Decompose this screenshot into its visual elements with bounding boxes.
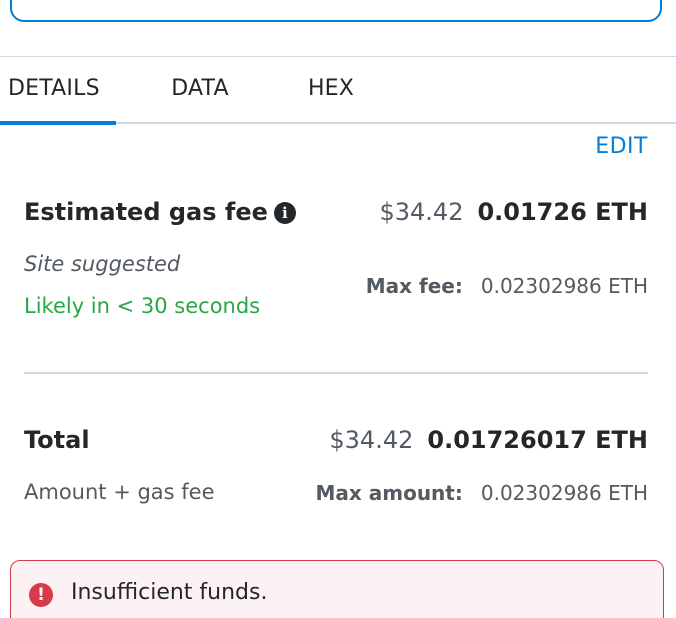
max-fee-row: Max fee: 0.02302986 ETH: [366, 274, 648, 298]
total-amount: $34.42 0.01726017 ETH: [329, 426, 648, 454]
gas-fee-fiat: $34.42: [379, 198, 464, 226]
edit-button[interactable]: EDIT: [595, 134, 648, 159]
top-input-box[interactable]: [10, 0, 662, 22]
section-divider: [24, 372, 648, 374]
info-icon[interactable]: i: [273, 202, 296, 224]
total-title: Total: [24, 426, 90, 454]
max-fee-value: 0.02302986 ETH: [480, 274, 648, 298]
gas-fee-title-row: Estimated gas fee i: [24, 198, 296, 226]
max-amount-label: Max amount:: [315, 481, 463, 505]
error-message: Insufficient funds.: [71, 580, 268, 605]
total-subtitle: Amount + gas fee: [24, 480, 215, 504]
gas-fee-amount: $34.42 0.01726 ETH: [379, 198, 648, 226]
error-icon: !: [29, 583, 53, 607]
tab-hex[interactable]: HEX: [296, 57, 366, 123]
likely-time-label: Likely in < 30 seconds: [24, 294, 261, 318]
max-amount-value: 0.02302986 ETH: [480, 481, 648, 505]
gas-fee-title: Estimated gas fee: [24, 198, 268, 226]
tab-details[interactable]: DETAILS: [0, 57, 116, 125]
gas-fee-crypto: 0.01726 ETH: [477, 198, 648, 226]
total-crypto: 0.01726017 ETH: [427, 426, 648, 454]
tab-bar: DETAILS DATA HEX: [0, 56, 676, 125]
transaction-details-panel: DETAILS DATA HEX EDIT Estimated gas fee i…: [0, 0, 676, 618]
error-banner: ! Insufficient funds.: [10, 560, 664, 618]
tab-data[interactable]: DATA: [160, 57, 240, 123]
max-amount-row: Max amount: 0.02302986 ETH: [315, 481, 648, 505]
total-fiat: $34.42: [329, 426, 414, 454]
max-fee-label: Max fee:: [365, 274, 463, 298]
site-suggested-label: Site suggested: [24, 252, 181, 276]
